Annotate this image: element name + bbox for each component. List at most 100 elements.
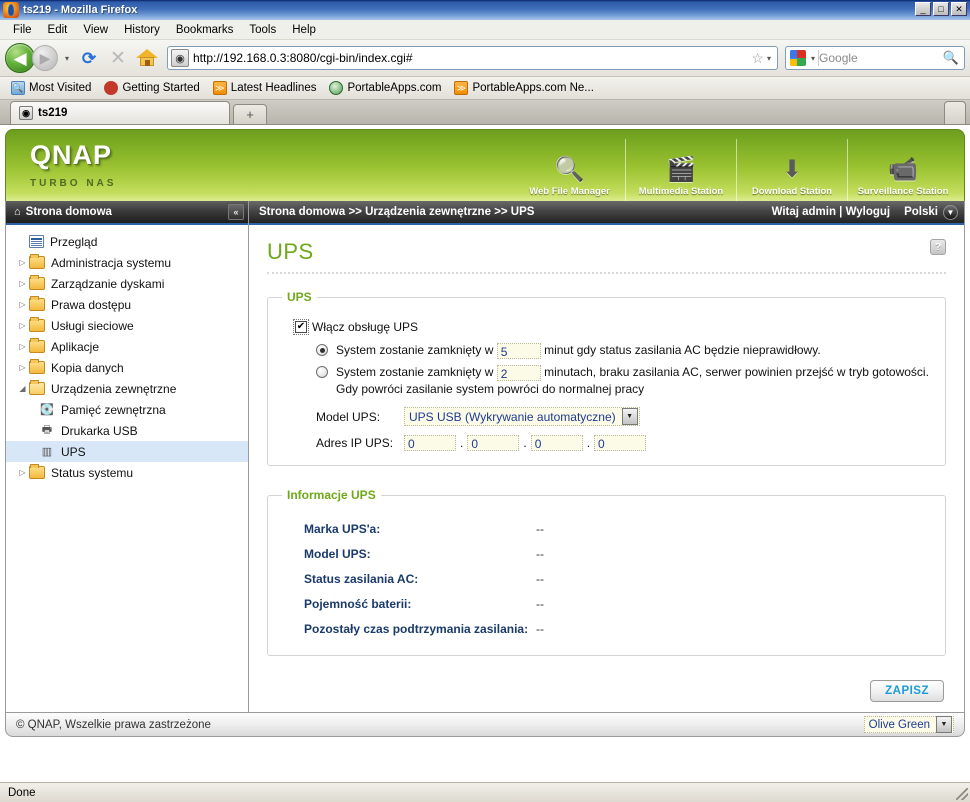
bookmark-star-icon[interactable]: ☆ — [748, 50, 767, 67]
menu-view[interactable]: View — [76, 22, 115, 38]
folder-open-icon — [29, 380, 45, 395]
bookmark-portableapps-news[interactable]: ≫ PortableApps.com Ne... — [449, 80, 598, 96]
sidebar-item-label: Status systemu — [51, 465, 134, 480]
sidebar-collapse-button[interactable]: « — [228, 204, 244, 220]
tab-list-button[interactable] — [944, 101, 966, 124]
minimize-button[interactable]: _ — [915, 2, 931, 16]
expand-arrow-icon[interactable]: ▷ — [16, 468, 29, 477]
ups-model-select[interactable]: UPS USB (Wykrywanie automatyczne) ▼ — [404, 407, 640, 426]
resize-grip[interactable] — [956, 788, 968, 800]
sidebar-item-administracja-systemu[interactable]: ▷ Administracja systemu — [6, 252, 248, 273]
history-dropdown-icon[interactable]: ▾ — [61, 45, 73, 71]
expand-arrow-icon[interactable]: ▷ — [16, 279, 29, 288]
sidebar-item-label: Urządzenia zewnętrzne — [51, 381, 177, 396]
maximize-button[interactable]: □ — [933, 2, 949, 16]
bookmark-latest-headlines[interactable]: ≫ Latest Headlines — [208, 80, 322, 96]
collapse-arrow-icon[interactable]: ◢ — [16, 384, 29, 393]
site-identity-icon[interactable]: ◉ — [171, 49, 189, 67]
app-download-station[interactable]: ⬇ Download Station — [736, 139, 847, 201]
ups-ip-octet-1[interactable]: 0 — [404, 435, 456, 451]
sidebar-item-label: Pamięć zewnętrzna — [61, 402, 166, 417]
help-icon[interactable]: ? — [930, 239, 946, 255]
info-row: Status zasilania AC: -- — [304, 566, 931, 591]
sidebar-item-ups[interactable]: ▥ UPS — [6, 441, 248, 462]
expand-arrow-icon[interactable]: ▷ — [16, 258, 29, 267]
multimedia-icon: 🎬 — [666, 155, 696, 183]
sidebar-item-pamiec-zewnetrzna[interactable]: 💽 Pamięć zewnętrzna — [6, 399, 248, 420]
window-titlebar: ts219 - Mozilla Firefox _ □ ✕ — [0, 0, 970, 20]
sidebar-header: ⌂ Strona domowa « — [6, 201, 248, 225]
sidebar-item-prawa-dostepu[interactable]: ▷ Prawa dostępu — [6, 294, 248, 315]
expand-arrow-icon[interactable]: ▷ — [16, 321, 29, 330]
expand-arrow-icon[interactable]: ▷ — [16, 300, 29, 309]
rss-icon: ≫ — [212, 81, 227, 95]
back-button[interactable]: ◀ — [5, 43, 35, 73]
standby-minutes-input[interactable]: 2 — [496, 364, 541, 381]
search-icon[interactable]: 🔍 — [943, 50, 962, 66]
menu-edit[interactable]: Edit — [41, 22, 75, 38]
shutdown-option-1-radio[interactable] — [316, 344, 328, 356]
shutdown-option-1-row[interactable]: System zostanie zamknięty w 5 minut gdy … — [316, 342, 931, 359]
app-web-file-manager[interactable]: 🔍 Web File Manager — [514, 139, 625, 201]
menu-help[interactable]: Help — [285, 22, 323, 38]
shutdown-option-2-radio[interactable] — [316, 366, 328, 378]
save-button[interactable]: ZAPISZ — [870, 680, 944, 702]
bookmark-most-visited[interactable]: 🔍 Most Visited — [6, 80, 96, 96]
language-selector[interactable]: Polski ▼ — [904, 204, 958, 220]
app-surveillance-station[interactable]: 📹 Surveillance Station — [847, 139, 958, 201]
menu-bookmarks[interactable]: Bookmarks — [169, 22, 241, 38]
forward-button[interactable]: ▶ — [32, 45, 58, 71]
chevron-down-icon[interactable]: ▼ — [943, 204, 958, 220]
shutdown-minutes-input[interactable]: 5 — [496, 342, 541, 359]
menu-tools[interactable]: Tools — [242, 22, 283, 38]
chevron-down-icon[interactable]: ▼ — [621, 408, 638, 425]
welcome-logout[interactable]: Witaj admin | Wyloguj — [772, 206, 891, 218]
close-button[interactable]: ✕ — [951, 2, 967, 16]
bookmarks-toolbar: 🔍 Most Visited Getting Started ≫ Latest … — [0, 77, 970, 100]
search-bar[interactable]: ▾ Google 🔍 — [785, 46, 965, 70]
search-engine-dropdown-icon[interactable]: ▾ — [808, 54, 818, 63]
expand-arrow-icon[interactable]: ▷ — [16, 342, 29, 351]
chevron-down-icon[interactable]: ▼ — [936, 716, 952, 733]
menu-history[interactable]: History — [117, 22, 167, 38]
expand-arrow-icon[interactable]: ▷ — [16, 363, 29, 372]
enable-ups-row[interactable]: ✔ Włącz obsługę UPS — [293, 319, 931, 335]
ups-section-legend: UPS — [287, 290, 312, 304]
google-icon[interactable] — [790, 50, 806, 66]
sidebar-item-urzadzenia-zewnetrzne[interactable]: ◢ Urządzenia zewnętrzne — [6, 378, 248, 399]
bookmark-portableapps[interactable]: PortableApps.com — [324, 80, 446, 96]
sidebar-item-przeglad[interactable]: ▸ Przegląd — [6, 231, 248, 252]
tab-ts219[interactable]: ◉ ts219 — [10, 101, 230, 124]
sidebar-item-uslugi-sieciowe[interactable]: ▷ Usługi sieciowe — [6, 315, 248, 336]
url-bar[interactable]: ◉ http://192.168.0.3:8080/cgi-bin/index.… — [167, 46, 778, 70]
theme-select[interactable]: Olive Green ▼ — [863, 716, 954, 733]
option1-suffix: minut gdy status zasilania AC będzie nie… — [544, 343, 821, 357]
menu-file[interactable]: File — [6, 22, 39, 38]
page-content: QNAP TURBO NAS 🔍 Web File Manager 🎬 Mult… — [0, 125, 970, 782]
sidebar-item-kopia-danych[interactable]: ▷ Kopia danych — [6, 357, 248, 378]
reload-button[interactable]: ⟳ — [76, 45, 102, 71]
url-dropdown-icon[interactable]: ▾ — [767, 54, 775, 63]
new-tab-button[interactable]: + — [233, 104, 267, 124]
sidebar-item-zarzadzanie-dyskami[interactable]: ▷ Zarządzanie dyskami — [6, 273, 248, 294]
sidebar-item-status-systemu[interactable]: ▷ Status systemu — [6, 462, 248, 483]
folder-icon — [29, 296, 45, 311]
ups-ip-octet-4[interactable]: 0 — [594, 435, 647, 451]
ip-separator: . — [460, 436, 464, 450]
home-icon — [136, 48, 158, 68]
sidebar-item-label: Aplikacje — [51, 339, 100, 354]
home-button[interactable] — [134, 45, 160, 71]
sidebar-item-drukarka-usb[interactable]: 🖶 Drukarka USB — [6, 420, 248, 441]
ups-ip-octet-2[interactable]: 0 — [467, 435, 520, 451]
app-multimedia-station[interactable]: 🎬 Multimedia Station — [625, 139, 736, 201]
search-input[interactable]: Google — [819, 51, 943, 65]
sidebar-item-aplikacje[interactable]: ▷ Aplikacje — [6, 336, 248, 357]
shutdown-option-2-row[interactable]: System zostanie zamknięty w 2 minutach, … — [316, 364, 931, 398]
enable-ups-checkbox[interactable]: ✔ — [293, 319, 309, 335]
info-row: Pozostały czas podtrzymania zasilania: -… — [304, 616, 931, 641]
url-input[interactable]: http://192.168.0.3:8080/cgi-bin/index.cg… — [193, 51, 748, 65]
bookmark-getting-started[interactable]: Getting Started — [99, 80, 204, 96]
stop-button[interactable]: ✕ — [105, 45, 131, 71]
portableapps-icon — [329, 81, 344, 95]
ups-ip-octet-3[interactable]: 0 — [530, 435, 583, 451]
